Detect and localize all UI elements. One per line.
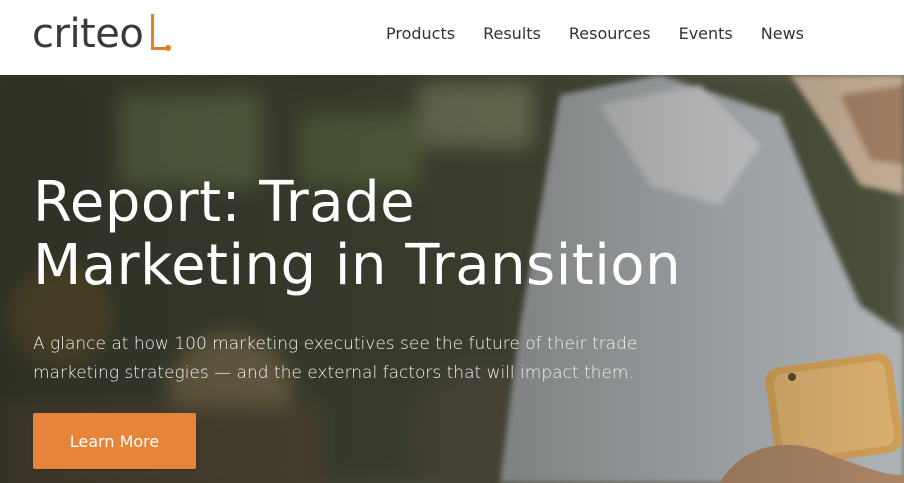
hero-title-line-2: Marketing in Transition <box>33 233 682 298</box>
hero-banner: Report: Trade Marketing in Transition A … <box>0 75 904 483</box>
logo-mark-icon <box>145 6 175 62</box>
hero-title-line-1: Report: Trade <box>33 170 416 235</box>
nav-item-resources[interactable]: Resources <box>569 22 651 46</box>
nav-item-news[interactable]: News <box>761 22 804 46</box>
learn-more-button[interactable]: Learn More <box>33 413 196 469</box>
hero-description: A glance at how 100 marketing executives… <box>33 334 638 383</box>
nav-item-events[interactable]: Events <box>679 22 733 46</box>
nav-item-products[interactable]: Products <box>386 22 455 46</box>
hero-title: Report: Trade Marketing in Transition <box>33 171 733 297</box>
nav-item-results[interactable]: Results <box>483 22 541 46</box>
site-header: criteo Products Results Resources Events… <box>0 0 904 75</box>
logo-wordmark: criteo <box>32 11 144 57</box>
main-nav: Products Results Resources Events News <box>386 22 804 46</box>
criteo-logo[interactable]: criteo <box>32 6 175 62</box>
